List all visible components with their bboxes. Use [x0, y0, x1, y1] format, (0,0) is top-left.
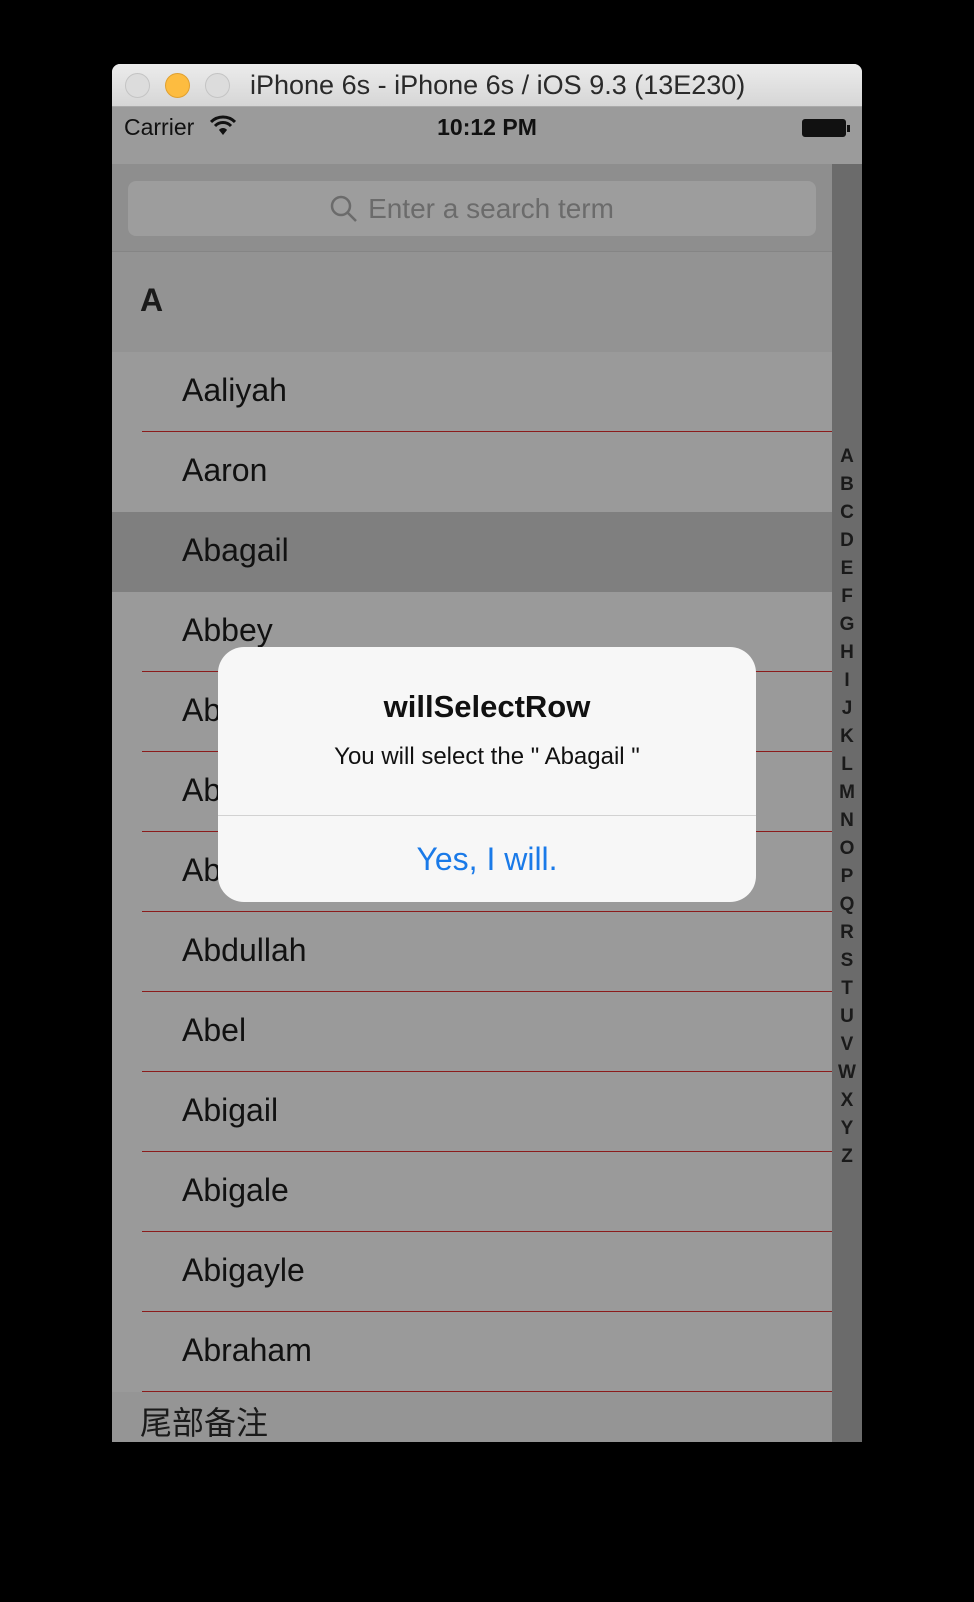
- table-row[interactable]: Aaron: [112, 432, 832, 512]
- index-letter[interactable]: Y: [832, 1118, 862, 1140]
- row-label: Abraham: [182, 1332, 312, 1368]
- row-label: Aaron: [182, 452, 268, 488]
- index-letter[interactable]: G: [832, 614, 862, 636]
- search-bar: Enter a search term: [112, 164, 832, 252]
- index-letter[interactable]: V: [832, 1034, 862, 1056]
- index-letter[interactable]: M: [832, 782, 862, 804]
- table-row[interactable]: Abdullah: [112, 912, 832, 992]
- row-label: Aaliyah: [182, 372, 287, 408]
- index-letter[interactable]: F: [832, 586, 862, 608]
- window-title: iPhone 6s - iPhone 6s / iOS 9.3 (13E230): [250, 70, 746, 100]
- table-row[interactable]: Abagail: [112, 512, 832, 592]
- index-letter[interactable]: L: [832, 754, 862, 776]
- alert-message: You will select the " Abagail ": [334, 743, 640, 770]
- index-letter[interactable]: I: [832, 670, 862, 692]
- index-letter[interactable]: Z: [832, 1146, 862, 1168]
- index-letter[interactable]: A: [832, 446, 862, 468]
- status-time: 10:12 PM: [437, 114, 537, 140]
- search-placeholder: Enter a search term: [368, 192, 614, 224]
- footer-text: 尾部备注: [140, 1405, 269, 1441]
- index-letter[interactable]: D: [832, 530, 862, 552]
- row-label: Ab: [182, 772, 222, 808]
- row-label: Abdullah: [182, 932, 307, 968]
- zoom-button[interactable]: [205, 73, 230, 98]
- search-icon: [330, 195, 357, 222]
- close-button[interactable]: [125, 73, 150, 98]
- table-row[interactable]: Abigail: [112, 1072, 832, 1152]
- index-letter[interactable]: W: [832, 1062, 862, 1084]
- section-index[interactable]: ABCDEFGHIJKLMNOPQRSTUVWXYZ: [832, 164, 862, 1442]
- index-letter[interactable]: O: [832, 838, 862, 860]
- row-label: Ab: [182, 692, 222, 728]
- row-label: Abel: [182, 1012, 247, 1048]
- status-bar: Carrier 10:12 PM: [112, 107, 862, 164]
- index-letter[interactable]: H: [832, 642, 862, 664]
- row-label: Abbey: [182, 612, 273, 648]
- row-label: Abigayle: [182, 1252, 305, 1288]
- index-letter[interactable]: E: [832, 558, 862, 580]
- table-row[interactable]: Aaliyah: [112, 352, 832, 432]
- alert-dialog: willSelectRow You will select the " Abag…: [218, 647, 756, 902]
- index-letter[interactable]: K: [832, 726, 862, 748]
- index-letter[interactable]: P: [832, 866, 862, 888]
- index-letter[interactable]: T: [832, 978, 862, 1000]
- section-title: A: [140, 282, 164, 318]
- table-footer: 尾部备注: [112, 1392, 832, 1442]
- battery-icon: [802, 119, 850, 137]
- title-bar[interactable]: iPhone 6s - iPhone 6s / iOS 9.3 (13E230): [112, 64, 862, 107]
- search-input[interactable]: Enter a search term: [128, 181, 816, 236]
- row-label: Abagail: [182, 532, 289, 568]
- table-row[interactable]: Abigale: [112, 1152, 832, 1232]
- row-label: Abigail: [182, 1092, 279, 1128]
- table-row[interactable]: Abigayle: [112, 1232, 832, 1312]
- minimize-button[interactable]: [165, 73, 190, 98]
- table-row[interactable]: Abraham: [112, 1312, 832, 1392]
- index-letter[interactable]: Q: [832, 894, 862, 916]
- index-letter[interactable]: U: [832, 1006, 862, 1028]
- alert-confirm-button[interactable]: Yes, I will.: [218, 816, 756, 902]
- index-letter[interactable]: S: [832, 950, 862, 972]
- index-letter[interactable]: N: [832, 810, 862, 832]
- index-letter[interactable]: J: [832, 698, 862, 720]
- row-label: Abigale: [182, 1172, 289, 1208]
- index-letter[interactable]: C: [832, 502, 862, 524]
- section-header: A: [112, 252, 832, 352]
- table-row[interactable]: Abel: [112, 992, 832, 1072]
- index-letter[interactable]: R: [832, 922, 862, 944]
- alert-title: willSelectRow: [383, 689, 591, 724]
- row-label: Ab: [182, 852, 222, 888]
- index-letter[interactable]: X: [832, 1090, 862, 1112]
- index-letter[interactable]: B: [832, 474, 862, 496]
